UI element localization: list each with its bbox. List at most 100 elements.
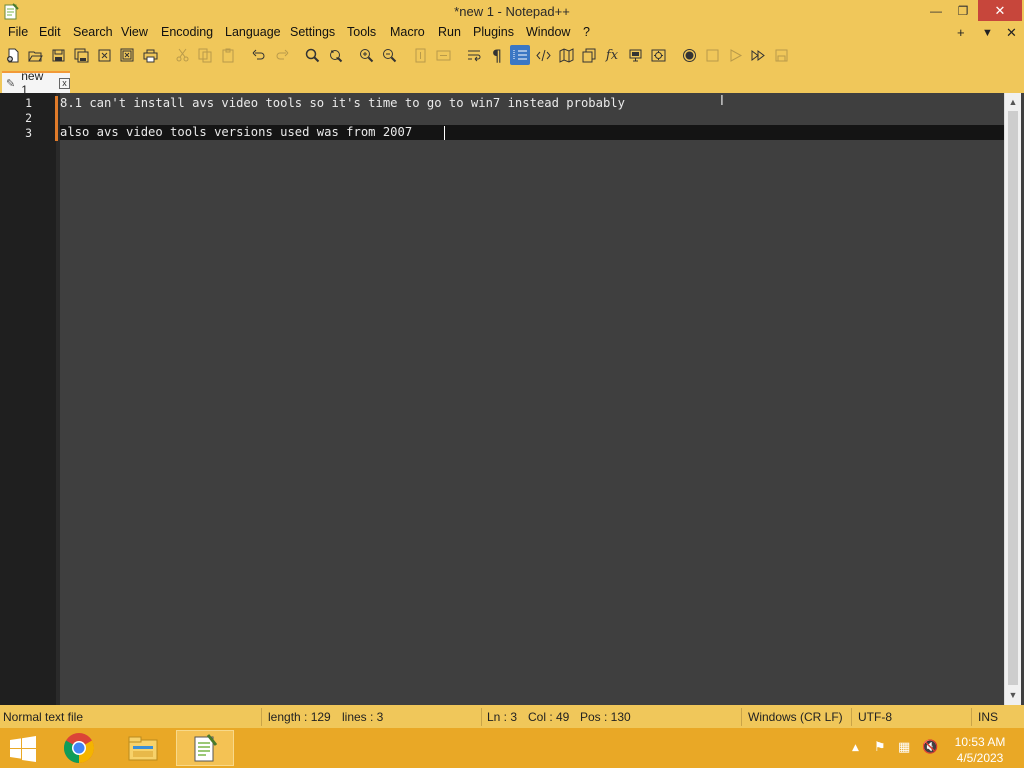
redo-icon[interactable]	[272, 45, 292, 65]
xml-tag-icon[interactable]	[533, 45, 553, 65]
line-number: 2	[25, 111, 32, 125]
windows-start-icon[interactable]	[8, 735, 38, 763]
replace-icon[interactable]	[325, 45, 345, 65]
menu-edit[interactable]: Edit	[39, 25, 61, 39]
folder-workspace-icon[interactable]	[648, 45, 668, 65]
function-list-icon[interactable]	[579, 45, 599, 65]
indent-guide-icon[interactable]	[510, 45, 530, 65]
tab-close-icon[interactable]: x	[59, 77, 70, 89]
line-number: 3	[25, 126, 32, 140]
status-length: length : 129	[268, 710, 331, 724]
close-icon[interactable]	[94, 45, 114, 65]
menu-language[interactable]: Language	[225, 25, 281, 39]
file-explorer-taskbar-icon[interactable]	[114, 730, 172, 766]
clock-date: 4/5/2023	[956, 751, 1004, 765]
menu-encoding[interactable]: Encoding	[161, 25, 213, 39]
menu-tools[interactable]: Tools	[347, 25, 376, 39]
tab-new-1[interactable]: ✎ new 1 x	[2, 69, 70, 97]
change-history-marker	[55, 96, 58, 141]
chrome-icon	[63, 733, 95, 763]
menu-window[interactable]: Window	[526, 25, 570, 39]
line-number-gutter: 1 2 3	[0, 93, 56, 705]
action-center-flag-icon[interactable]: ⚑	[874, 740, 886, 755]
status-separator	[481, 708, 482, 726]
zoom-in-icon[interactable]	[356, 45, 376, 65]
notepadpp-icon	[194, 734, 218, 762]
status-line-number[interactable]: Ln : 3	[487, 710, 517, 724]
save-all-icon[interactable]	[71, 45, 91, 65]
clock-time: 10:53 AM	[954, 735, 1006, 749]
status-position[interactable]: Pos : 130	[580, 710, 631, 724]
scroll-up-icon[interactable]: ▲	[1005, 94, 1021, 110]
volume-muted-icon[interactable]: 🔇	[922, 740, 938, 755]
taskbar: ▲ ⚑ ▦ 🔇 10:53 AM 4/5/2023	[0, 728, 1024, 768]
menu-plugins[interactable]: Plugins	[473, 25, 514, 39]
code-line[interactable]: also avs video tools versions used was f…	[60, 125, 412, 140]
editor-area[interactable]: 1 2 3 8.1 can't install avs video tools …	[0, 93, 1024, 705]
undo-icon[interactable]	[248, 45, 268, 65]
scroll-down-icon[interactable]: ▼	[1005, 687, 1021, 703]
status-file-type: Normal text file	[3, 710, 84, 724]
monitor-icon[interactable]	[625, 45, 645, 65]
fold-margin[interactable]	[56, 93, 60, 705]
status-bar: Normal text file length : 129 lines : 3 …	[0, 705, 1024, 728]
copy-icon[interactable]	[195, 45, 215, 65]
cut-icon[interactable]	[172, 45, 192, 65]
ibeam-cursor-icon: I	[720, 94, 724, 109]
minimize-button[interactable]: —	[922, 0, 950, 21]
menu-run[interactable]: Run	[438, 25, 461, 39]
menu-help[interactable]: ?	[583, 25, 590, 39]
close-window-button[interactable]: ✕	[978, 0, 1022, 21]
text-caret	[444, 126, 445, 140]
scrollbar-thumb[interactable]	[1008, 111, 1018, 685]
fx-icon[interactable]: fx	[602, 45, 622, 65]
status-encoding[interactable]: UTF-8	[858, 710, 892, 724]
show-all-chars-icon[interactable]: ¶	[487, 45, 507, 65]
menu-bar: File Edit Search View Encoding Language …	[0, 23, 1024, 43]
record-macro-icon[interactable]	[679, 45, 699, 65]
toolbar: ¶ fx	[0, 43, 1024, 67]
close-document-icon[interactable]: ✕	[1006, 25, 1017, 41]
find-icon[interactable]	[302, 45, 322, 65]
sync-vertical-icon[interactable]	[410, 45, 430, 65]
window-title: *new 1 - Notepad++	[454, 4, 570, 19]
paste-icon[interactable]	[218, 45, 238, 65]
system-clock[interactable]: 10:53 AM 4/5/2023	[950, 734, 1010, 766]
new-file-icon[interactable]	[3, 45, 23, 65]
status-column[interactable]: Col : 49	[528, 710, 569, 724]
line-number: 1	[25, 96, 32, 110]
tab-list-dropdown-icon[interactable]: ▼	[982, 27, 993, 39]
add-new-icon[interactable]: +	[957, 25, 965, 40]
document-map-icon[interactable]	[556, 45, 576, 65]
folder-icon	[128, 736, 158, 761]
save-icon[interactable]	[48, 45, 68, 65]
status-eol[interactable]: Windows (CR LF)	[748, 710, 843, 724]
maximize-button[interactable]: ❐	[950, 0, 976, 21]
menu-file[interactable]: File	[8, 25, 28, 39]
save-macro-icon[interactable]	[771, 45, 791, 65]
menu-search[interactable]: Search	[73, 25, 113, 39]
status-separator	[851, 708, 852, 726]
sync-horizontal-icon[interactable]	[433, 45, 453, 65]
stop-record-icon[interactable]	[702, 45, 722, 65]
status-insert-mode[interactable]: INS	[978, 710, 998, 724]
code-line[interactable]: 8.1 can't install avs video tools so it'…	[60, 96, 625, 111]
tab-bar: ✎ new 1 x	[0, 67, 1024, 97]
open-file-icon[interactable]	[25, 45, 45, 65]
menu-view[interactable]: View	[121, 25, 148, 39]
close-all-icon[interactable]	[117, 45, 137, 65]
zoom-out-icon[interactable]	[379, 45, 399, 65]
menu-macro[interactable]: Macro	[390, 25, 425, 39]
status-separator	[261, 708, 262, 726]
menu-settings[interactable]: Settings	[290, 25, 335, 39]
notepadpp-window: *new 1 - Notepad++ — ❐ ✕ File Edit Searc…	[0, 0, 1024, 728]
vertical-scrollbar[interactable]: ▲ ▼	[1004, 93, 1021, 705]
chrome-taskbar-icon[interactable]	[50, 730, 108, 766]
notepadpp-taskbar-icon[interactable]	[176, 730, 234, 766]
network-icon[interactable]: ▦	[898, 740, 910, 755]
print-icon[interactable]	[140, 45, 160, 65]
tray-overflow-icon[interactable]: ▲	[852, 743, 859, 753]
run-macro-multiple-icon[interactable]	[748, 45, 768, 65]
play-macro-icon[interactable]	[725, 45, 745, 65]
word-wrap-icon[interactable]	[464, 45, 484, 65]
